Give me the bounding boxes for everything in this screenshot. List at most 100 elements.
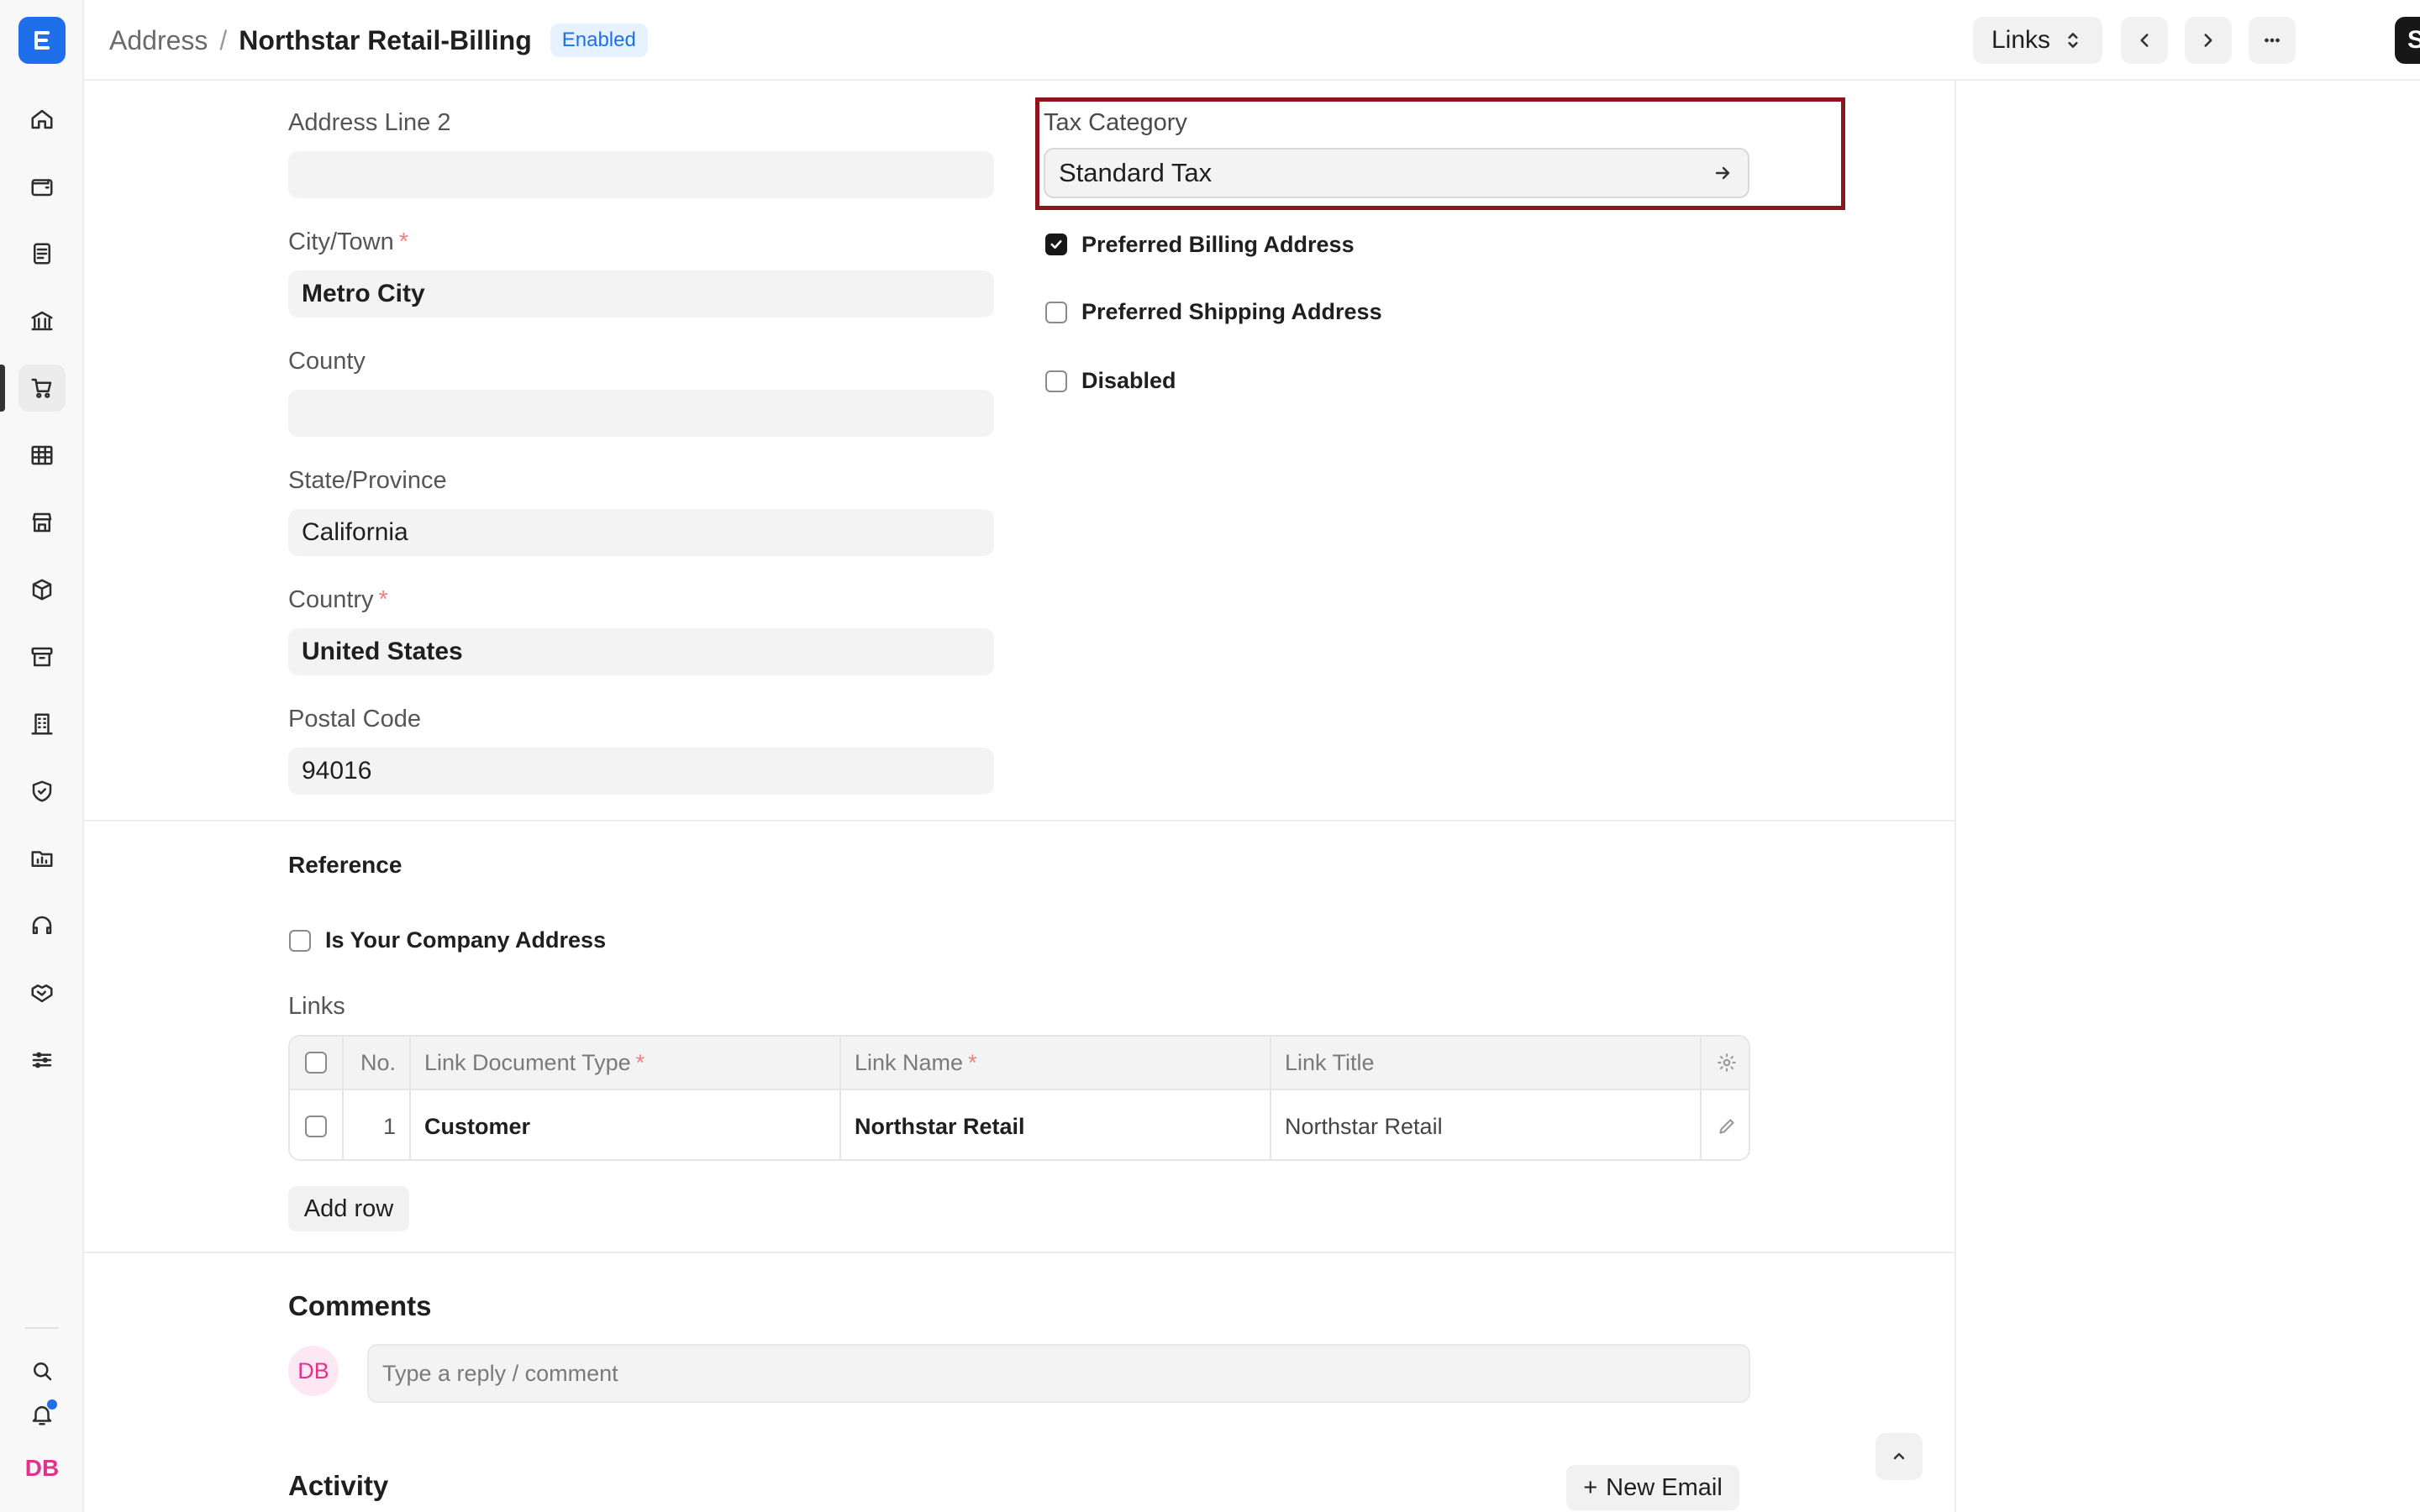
tax-category-value: Standard Tax [1059,158,1213,187]
plus-icon: + [1583,1473,1598,1501]
status-badge: Enabled [550,24,648,57]
links-dropdown[interactable]: Links [1973,17,2102,64]
gear-icon [1718,1053,1736,1072]
row-checkbox[interactable] [305,1116,327,1137]
table-settings-button[interactable] [1702,1037,1749,1089]
folder-chart-icon[interactable] [18,835,66,882]
new-email-button[interactable]: + New Email [1566,1465,1739,1510]
more-actions-button[interactable] [2249,17,2296,64]
comments-title: Comments [288,1290,432,1321]
disabled-label: Disabled [1081,368,1176,393]
archive-icon[interactable] [18,633,66,680]
preferred-shipping-label: Preferred Shipping Address [1081,299,1382,324]
user-avatar[interactable]: DB [18,1445,66,1492]
page-title: Northstar Retail-Billing [239,24,532,55]
select-all-checkbox[interactable] [305,1052,327,1074]
state-label: State/Province [288,467,447,494]
handshake-icon[interactable] [18,969,66,1016]
add-row-button[interactable]: Add row [288,1186,409,1231]
app-logo[interactable] [18,17,66,64]
cart-icon[interactable] [18,365,66,412]
table-row[interactable]: 1 Customer Northstar Retail Northstar Re… [290,1090,1749,1159]
search-icon[interactable] [18,1347,66,1394]
postal-code-input[interactable]: 94016 [288,748,994,795]
breadcrumb-separator: / [219,24,228,55]
county-label: County [288,348,366,375]
required-mark: * [378,586,388,613]
new-email-label: New Email [1606,1473,1723,1501]
reference-section-title: Reference [288,852,402,878]
postal-code-label: Postal Code [288,706,421,732]
shield-icon[interactable] [18,768,66,815]
activity-title: Activity [288,1470,389,1501]
country-label-text: Country [288,586,374,613]
chevron-right-icon [2204,34,2212,47]
topbar: Address / Northstar Retail-Billing Enabl… [84,0,2420,81]
chevron-left-icon [2140,34,2149,47]
check-icon [1050,239,1062,249]
county-input[interactable] [288,390,994,437]
row-no: 1 [344,1090,411,1159]
sidebar-divider [25,1327,59,1329]
bell-icon[interactable] [18,1391,66,1438]
wallet-icon[interactable] [18,163,66,210]
comment-avatar: DB [288,1346,339,1396]
notification-dot [47,1399,57,1410]
breadcrumb: Address / Northstar Retail-Billing Enabl… [109,24,648,57]
links-table: No. Link Document Type * Link Name * Link … [288,1035,1750,1161]
store-icon[interactable] [18,499,66,546]
preferred-billing-checkbox[interactable] [1045,234,1067,255]
country-input[interactable]: United States [288,628,994,675]
app-logo-icon [34,31,50,50]
sliders-icon[interactable] [18,1037,66,1084]
header-link-document-type-text: Link Document Type [424,1049,631,1075]
sidebar: DB [0,0,84,1512]
breadcrumb-parent[interactable]: Address [109,25,208,56]
table-icon[interactable] [18,432,66,479]
comment-input[interactable]: Type a reply / comment [367,1344,1750,1403]
section-divider [84,1252,1956,1253]
row-link-title[interactable]: Northstar Retail [1271,1090,1702,1159]
city-label: City/Town * [288,228,408,256]
header-link-name-text: Link Name [855,1049,964,1075]
state-input[interactable]: California [288,509,994,556]
sidebar-active-indicator [0,365,5,412]
preferred-shipping-checkbox[interactable] [1045,302,1067,323]
header-link-name: Link Name * [841,1037,1271,1089]
row-select-cell [290,1090,344,1159]
country-label: Country * [288,586,388,614]
headset-icon[interactable] [18,902,66,949]
building-icon[interactable] [18,701,66,748]
arrow-right-icon[interactable] [1712,163,1733,183]
preferred-billing-label: Preferred Billing Address [1081,232,1355,257]
more-horizontal-icon [2265,38,2280,43]
city-input[interactable]: Metro City [288,270,994,318]
city-label-text: City/Town [288,228,394,255]
disabled-checkbox[interactable] [1045,370,1067,392]
save-button[interactable]: Save [2395,17,2420,64]
main-form: Address Line 2 City/Town * Metro City Cou… [84,81,1956,1512]
required-mark: * [398,228,408,255]
table-header: No. Link Document Type * Link Name * Link … [290,1037,1749,1090]
next-button[interactable] [2185,17,2232,64]
row-link-name[interactable]: Northstar Retail [841,1090,1271,1159]
links-label: Links [288,993,345,1020]
document-icon[interactable] [18,230,66,277]
tax-category-input[interactable]: Standard Tax [1044,148,1749,198]
is-company-address-checkbox[interactable] [289,930,311,952]
row-edit-button[interactable] [1702,1090,1749,1159]
address-line-2-input[interactable] [288,151,994,198]
home-icon[interactable] [18,96,66,143]
required-mark: * [968,1049,977,1075]
chevron-up-down-icon [2068,33,2078,48]
scroll-to-top-button[interactable] [1876,1433,1923,1480]
previous-button[interactable] [2121,17,2168,64]
links-dropdown-label: Links [1991,26,2051,54]
package-icon[interactable] [18,566,66,613]
bank-icon[interactable] [18,297,66,344]
row-link-document-type[interactable]: Customer [411,1090,841,1159]
is-company-address-label: Is Your Company Address [325,927,607,953]
pencil-icon [1719,1119,1734,1134]
header-no: No. [344,1037,411,1089]
select-all-cell [290,1037,344,1089]
